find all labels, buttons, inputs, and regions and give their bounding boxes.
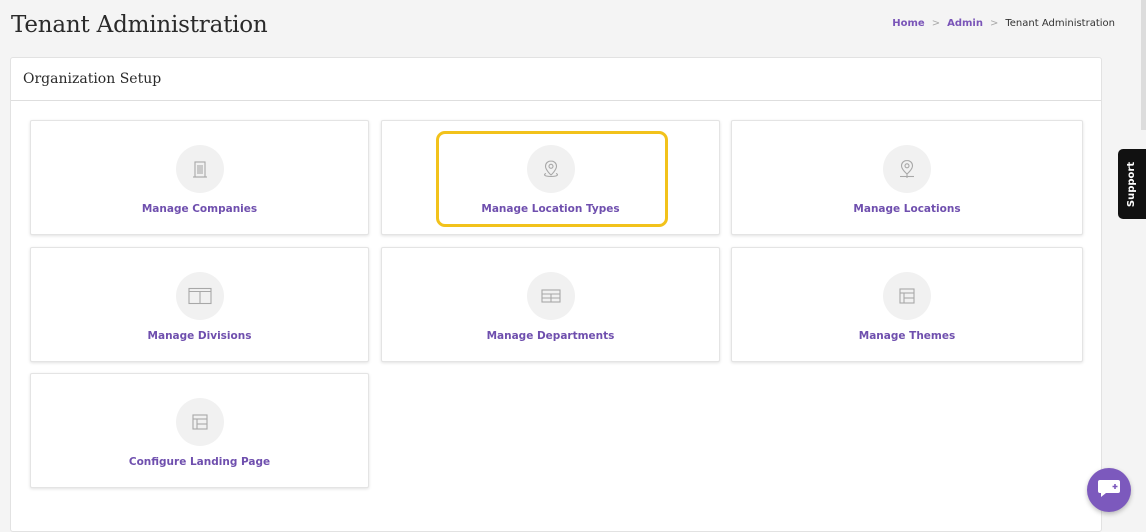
- tile-configure-landing-page[interactable]: Configure Landing Page: [30, 373, 369, 488]
- support-label: Support: [1126, 161, 1138, 207]
- tile-manage-divisions[interactable]: Manage Divisions: [30, 247, 369, 362]
- tile-manage-departments[interactable]: Manage Departments: [381, 247, 720, 362]
- tile-manage-locations[interactable]: Manage Locations: [731, 120, 1083, 235]
- organization-setup-panel: Organization Setup Manage Companies Mana…: [10, 57, 1102, 532]
- tile-label: Manage Companies: [141, 203, 258, 215]
- tile-manage-location-types[interactable]: Manage Location Types: [381, 120, 720, 235]
- breadcrumb-separator: >: [989, 18, 999, 29]
- tile-label: Configure Landing Page: [128, 456, 271, 468]
- breadcrumb-separator: >: [931, 18, 941, 29]
- tile-label: Manage Location Types: [481, 203, 620, 215]
- tile-label: Manage Locations: [853, 203, 961, 215]
- breadcrumb-current: Tenant Administration: [1005, 18, 1115, 29]
- location-marker-icon: [883, 145, 931, 193]
- tile-label: Manage Departments: [486, 330, 615, 342]
- tile-manage-companies[interactable]: Manage Companies: [30, 120, 369, 235]
- panel-title: Organization Setup: [23, 71, 162, 87]
- tile-label: Manage Divisions: [147, 330, 252, 342]
- page-title: Tenant Administration: [11, 12, 268, 38]
- building-icon: [175, 145, 224, 193]
- breadcrumb: Home > Admin > Tenant Administration: [892, 18, 1115, 29]
- chat-button[interactable]: [1087, 468, 1131, 512]
- grid-table-icon: [526, 272, 575, 320]
- tile-label: Manage Themes: [858, 330, 956, 342]
- layout-icon: [175, 398, 224, 446]
- breadcrumb-home-link[interactable]: Home: [892, 18, 924, 29]
- page-scrollbar[interactable]: [1141, 0, 1146, 130]
- columns-icon: [175, 272, 224, 320]
- panel-header: Organization Setup: [11, 58, 1101, 101]
- layout-icon: [883, 272, 931, 320]
- support-tab[interactable]: Support: [1118, 149, 1146, 219]
- breadcrumb-admin-link[interactable]: Admin: [947, 18, 983, 29]
- chat-bubble-icon: [1097, 478, 1121, 503]
- tile-manage-themes[interactable]: Manage Themes: [731, 247, 1083, 362]
- map-pin-icon: [526, 145, 575, 193]
